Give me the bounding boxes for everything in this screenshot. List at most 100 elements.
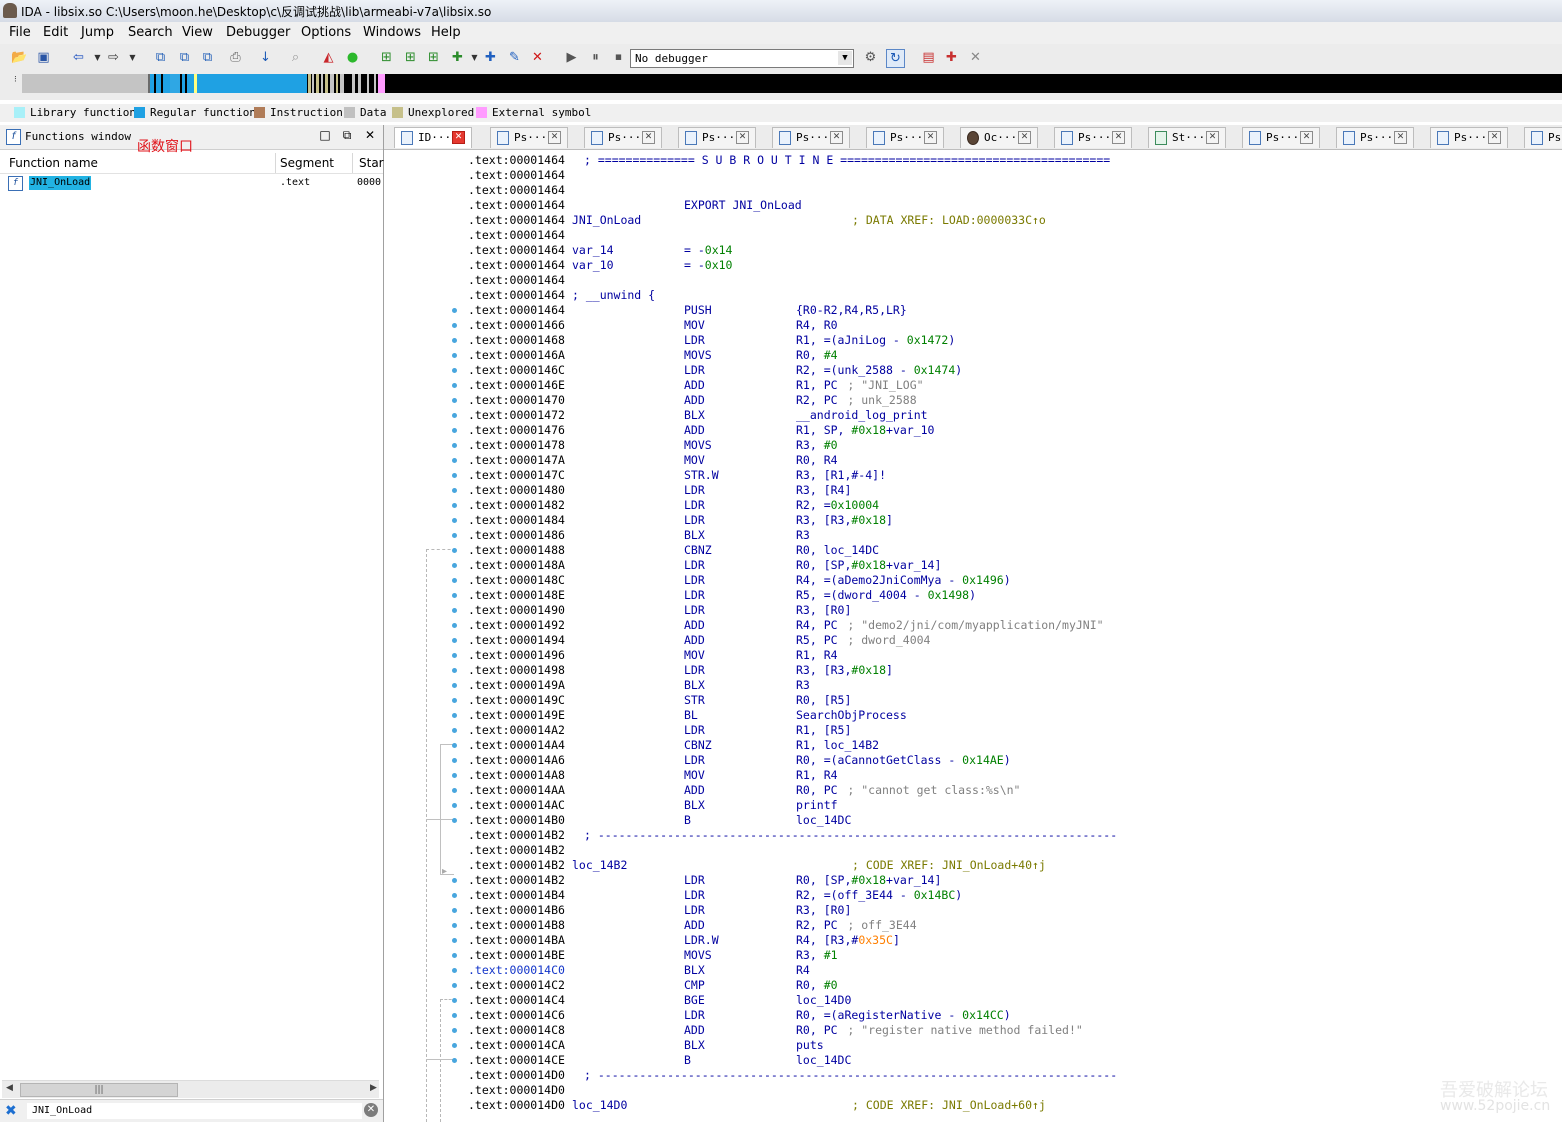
close-icon[interactable]: ✕ [548, 131, 561, 144]
disasm-line[interactable]: .text:0000148E LDR R5, =(dword_4004 - 0x14… [466, 588, 1556, 603]
disasm-line[interactable]: .text:000014A4 CBNZ R1, loc_14B2 [466, 738, 1556, 753]
disassembly-view[interactable]: .text:00001464 ; ============== S U B R O… [466, 150, 1562, 1122]
start-debug-icon[interactable]: ▶ [563, 49, 580, 66]
save-icon[interactable]: ▣ [35, 49, 52, 66]
disasm-operands[interactable]: R3, [R3,#0x18] [796, 663, 893, 678]
horizontal-scrollbar[interactable]: ◀ ||| ▶ [2, 1080, 379, 1098]
disasm-operands[interactable]: R0, R4 [796, 453, 838, 468]
disasm-operands[interactable]: R3, [R1,#-4]! [796, 468, 886, 483]
disasm-line[interactable]: .text:000014A2 LDR R1, [R5] [466, 723, 1556, 738]
menu-search[interactable]: Search [128, 25, 173, 40]
clear-filter-icon[interactable]: ✕ [364, 1103, 378, 1117]
disasm-line[interactable]: .text:0000148A LDR R0, [SP,#0x18+var_14] [466, 558, 1556, 573]
print-icon[interactable]: ⎙ [227, 49, 244, 66]
tab-pseudocode[interactable]: Ps··· ✕ [1054, 127, 1132, 148]
disasm-line[interactable]: .text:000014C4 BGE loc_14D0 [466, 993, 1556, 1008]
disasm-line[interactable]: .text:0000146C LDR R2, =(unk_2588 - 0x1474… [466, 363, 1556, 378]
close-icon[interactable]: ✕ [1394, 131, 1407, 144]
tab-pseudocode[interactable]: Ps··· ✕ [584, 127, 662, 148]
disasm-operands[interactable]: printf [796, 798, 838, 813]
disasm-operands[interactable]: R2, =0x10004 [796, 498, 879, 513]
disasm-operands[interactable]: loc_14D0 [796, 993, 851, 1008]
menu-view[interactable]: View [182, 25, 213, 40]
disasm-operands[interactable]: __android_log_print [796, 408, 928, 423]
tab-pseudocode[interactable]: Ps··· ✕ [678, 127, 756, 148]
sync-icon[interactable]: ↻ [886, 49, 905, 68]
disasm-line[interactable]: .text:000014AC BLX printf [466, 798, 1556, 813]
disasm-line[interactable]: .text:000014C2 CMP R0, #0 [466, 978, 1556, 993]
edit-function-icon[interactable]: ✎ [506, 49, 523, 66]
disasm-line[interactable]: .text:00001488 CBNZ R0, loc_14DC [466, 543, 1556, 558]
disasm-line[interactable]: .text:000014B4 LDR R2, =(off_3E44 - 0x14BC… [466, 888, 1556, 903]
breakpoints-icon[interactable]: ▤ [920, 49, 937, 66]
disasm-operands[interactable]: R1, loc_14B2 [796, 738, 879, 753]
disasm-line[interactable]: .text:0000146A MOVS R0, #4 [466, 348, 1556, 363]
disasm-line[interactable]: .text:000014B2 LDR R0, [SP,#0x18+var_14] [466, 873, 1556, 888]
disasm-line[interactable]: .text:000014A6 LDR R0, =(aCannotGetClass -… [466, 753, 1556, 768]
forward-dropdown-icon[interactable]: ▼ [124, 49, 141, 66]
disasm-line[interactable]: .text:00001464 ; __unwind { [466, 288, 1556, 303]
disasm-operands[interactable]: R5, PC [796, 633, 838, 648]
tab-pseudocode[interactable]: Ps··· ✕ [866, 127, 944, 148]
disasm-operands[interactable]: R4, PC [796, 618, 838, 633]
disasm-operands[interactable]: R4 [796, 963, 810, 978]
graph-icon[interactable]: ◭ [320, 49, 337, 66]
column-divider[interactable] [352, 153, 353, 173]
tab-pseudocode[interactable]: Ps··· ✕ [1242, 127, 1320, 148]
disasm-operands[interactable]: R5, =(dword_4004 - 0x1498) [796, 588, 976, 603]
disasm-line[interactable]: .text:0000149A BLX R3 [466, 678, 1556, 693]
tab-occurrences[interactable]: Oc··· ✕ [960, 127, 1038, 148]
close-icon[interactable]: ✕ [1488, 131, 1501, 144]
disasm-line[interactable]: .text:00001484 LDR R3, [R3,#0x18] [466, 513, 1556, 528]
disasm-line[interactable]: .text:00001472 BLX __android_log_print [466, 408, 1556, 423]
struct-dropdown-icon[interactable]: ▼ [466, 49, 483, 66]
disasm-operands[interactable]: R0, =(aCannotGetClass - 0x14AE) [796, 753, 1011, 768]
search-disabled-icon[interactable]: ⌕ [287, 49, 304, 66]
disasm-operands[interactable]: {R0-R2,R4,R5,LR} [796, 303, 907, 318]
tab-pseudocode[interactable]: Ps [1524, 127, 1562, 148]
disasm-line[interactable]: .text:00001494 ADD R5, PC ; dword_4004 [466, 633, 1556, 648]
disasm-line[interactable]: .text:000014B6 LDR R3, [R0] [466, 903, 1556, 918]
disasm-line[interactable]: .text:000014BE MOVS R3, #1 [466, 948, 1556, 963]
disasm-line[interactable]: .text:00001464 PUSH {R0-R2,R4,R5,LR} [466, 303, 1556, 318]
disasm-operands[interactable]: R1, SP, #0x18+var_10 [796, 423, 934, 438]
disasm-label[interactable]: JNI_OnLoad [572, 213, 641, 228]
navigation-strip[interactable] [22, 74, 1562, 93]
scroll-left-icon[interactable]: ◀ [6, 1083, 13, 1093]
struct-icon[interactable]: ✚ [449, 49, 466, 66]
disasm-operands[interactable]: R1, PC [796, 378, 838, 393]
disasm-line[interactable]: .text:000014B0 Bloc_14DC [466, 813, 1556, 828]
disasm-operands[interactable]: loc_14DC [796, 1053, 851, 1068]
disasm-operands[interactable]: R0, [R5] [796, 693, 851, 708]
maximize-icon[interactable]: □ [318, 128, 332, 142]
disasm-operands[interactable]: R3, [R0] [796, 903, 851, 918]
disasm-line[interactable]: .text:000014CA BLX puts [466, 1038, 1556, 1053]
disasm-line[interactable]: .text:00001478 MOVS R3, #0 [466, 438, 1556, 453]
disasm-operands[interactable]: R4, [R3,#0x35C] [796, 933, 900, 948]
scroll-right-icon[interactable]: ▶ [370, 1083, 377, 1093]
disasm-operands[interactable]: R3 [796, 678, 810, 693]
filter-input[interactable]: JNI_OnLoad [27, 1103, 362, 1119]
disasm-line[interactable]: .text:00001464 [466, 273, 1556, 288]
disasm-line[interactable]: .text:000014D0 [466, 1083, 1556, 1098]
disasm-operands[interactable]: R3, [R0] [796, 603, 851, 618]
disasm-line[interactable]: .text:0000147C STR.W R3, [R1,#-4]! [466, 468, 1556, 483]
menu-windows[interactable]: Windows [363, 25, 421, 40]
scroll-thumb[interactable]: ||| [20, 1083, 178, 1097]
function-row[interactable]: f JNI_OnLoad .text 0000 [0, 175, 383, 192]
disasm-operands[interactable]: R1, [R5] [796, 723, 851, 738]
debugger-select[interactable]: No debugger ▼ [630, 49, 854, 68]
disasm-operands[interactable]: R0, [SP,#0x18+var_14] [796, 873, 941, 888]
tab-pseudocode[interactable]: Ps··· ✕ [1336, 127, 1414, 148]
disasm-xref-comment[interactable]: ; CODE XREF: JNI_OnLoad+60↑j [852, 1098, 1046, 1113]
disasm-operands[interactable]: R3, [R4] [796, 483, 851, 498]
disasm-line[interactable]: .text:000014C8 ADD R0, PC ; "register nativ… [466, 1023, 1556, 1038]
disasm-line[interactable]: .text:00001464 EXPORT JNI_OnLoad [466, 198, 1556, 213]
chevron-down-icon[interactable]: ▼ [838, 51, 852, 65]
add-breakpoint-icon[interactable]: ✚ [943, 49, 960, 66]
column-function-name[interactable]: Function name [9, 156, 98, 170]
disasm-label[interactable]: ; __unwind { [572, 288, 655, 303]
disasm-line[interactable]: .text:00001476 ADD R1, SP, #0x18+var_10 [466, 423, 1556, 438]
disasm-operands[interactable]: R0, PC [796, 1023, 838, 1038]
disasm-operands[interactable]: R1, R4 [796, 648, 838, 663]
